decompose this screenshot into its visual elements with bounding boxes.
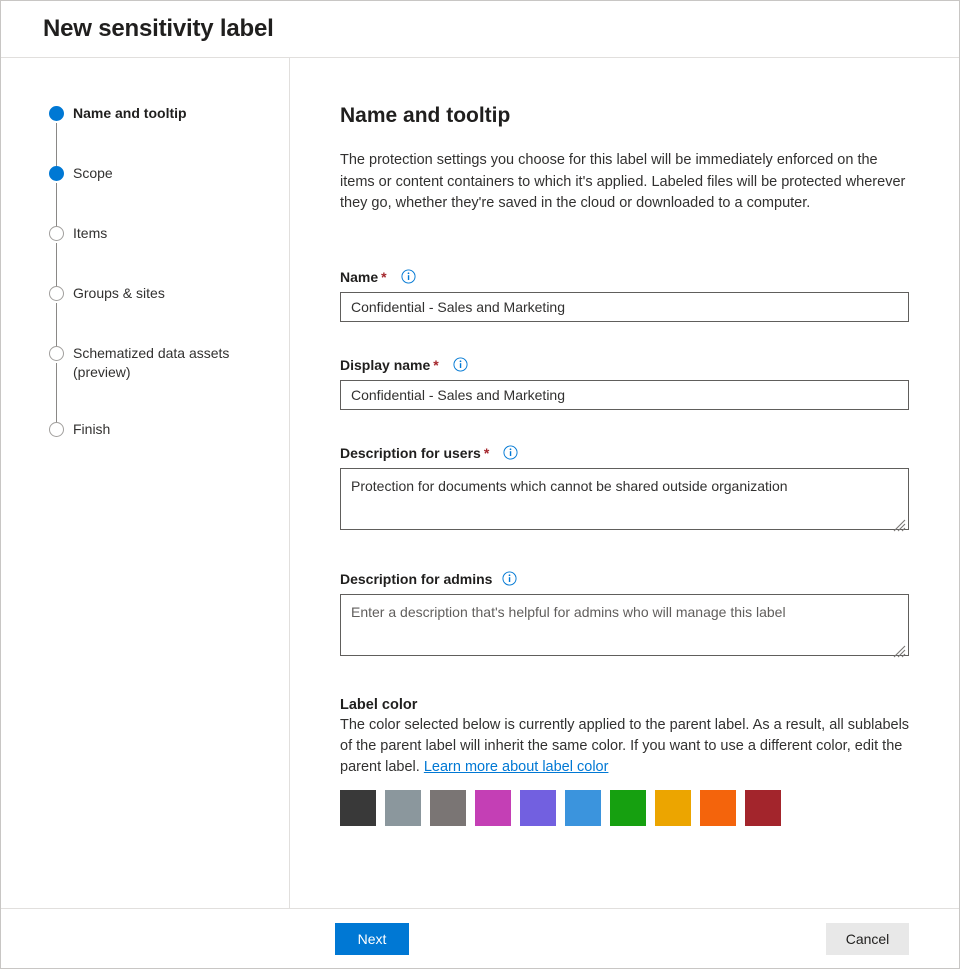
wizard-steps-list: Name and tooltip Scope Items Groups & si… [1,104,289,442]
sidebar-item-label: Name and tooltip [73,105,187,121]
step-marker-hollow-icon [49,226,64,241]
field-label-row: Description for admins [340,571,929,587]
step-marker-filled-icon [49,106,64,121]
dialog-header: New sensitivity label [1,1,959,58]
sidebar-item-label: Groups & sites [73,285,165,301]
step-connector-line [56,303,57,348]
dialog-body: Name and tooltip Scope Items Groups & si… [1,58,959,908]
wizard-steps-pane: Name and tooltip Scope Items Groups & si… [1,58,290,908]
color-swatch-magenta[interactable] [475,789,511,826]
sidebar-item-label: Schematized data assets (preview) [73,345,230,380]
label-color-heading: Label color [340,696,418,713]
next-button[interactable]: Next [335,923,409,955]
color-swatch-charcoal[interactable] [340,789,376,826]
required-indicator: * [483,444,490,461]
new-sensitivity-label-dialog: New sensitivity label Name and tooltip S… [0,0,960,969]
page-title: New sensitivity label [43,15,274,42]
sidebar-item-label: Items [73,225,108,241]
label-color-swatch-row [340,789,929,826]
step-connector-line [56,183,57,228]
step-marker-hollow-icon [49,286,64,301]
color-swatch-blue[interactable] [565,789,601,826]
display-name-input[interactable] [340,379,909,410]
info-icon[interactable] [503,445,518,460]
color-swatch-amber[interactable] [655,789,691,826]
learn-more-link[interactable]: Learn more about label color [424,759,609,775]
field-label-row: Display name * [340,357,929,373]
sidebar-item-schematized-data-assets[interactable]: Schematized data assets (preview) [49,344,289,424]
sidebar-item-finish[interactable]: Finish [49,420,289,442]
step-marker-hollow-icon [49,422,64,437]
sidebar-item-label: Finish [73,421,111,437]
info-icon[interactable] [401,269,416,284]
sidebar-item-label: Scope [73,165,113,181]
field-label-row: Name * [340,269,929,285]
info-icon[interactable] [453,357,468,372]
step-connector-line [56,123,57,168]
sidebar-item-groups-and-sites[interactable]: Groups & sites [49,284,289,348]
required-indicator: * [433,356,439,373]
step-marker-hollow-icon [49,346,64,361]
description-for-admins-textarea[interactable] [340,593,909,656]
step-marker-filled-icon [49,166,64,181]
section-description: The protection settings you choose for t… [340,152,906,211]
color-swatch-green[interactable] [610,789,646,826]
main-content-pane: Name and tooltip The protection settings… [290,58,959,908]
dialog-footer: Next Cancel [1,908,959,968]
name-input[interactable] [340,291,909,322]
label-color-section: Label color The color selected below is … [340,695,929,826]
field-label-text: Name [340,268,379,285]
step-connector-line [56,243,57,288]
description-for-users-textarea[interactable] [340,467,909,530]
color-swatch-orange[interactable] [700,789,736,826]
sidebar-item-name-and-tooltip[interactable]: Name and tooltip [49,104,289,168]
sidebar-item-scope[interactable]: Scope [49,164,289,228]
required-indicator: * [381,268,387,285]
color-swatch-gray[interactable] [430,789,466,826]
textarea-wrapper [340,593,909,661]
field-label-text: Description for users [340,444,481,461]
color-swatch-purple[interactable] [520,789,556,826]
info-icon[interactable] [502,571,517,586]
field-display-name: Display name * [340,357,929,410]
field-name: Name * [340,269,929,322]
field-description-for-users: Description for users * [340,445,929,535]
field-label-text: Display name [340,356,431,373]
textarea-wrapper [340,467,909,535]
color-swatch-blue-gray[interactable] [385,789,421,826]
sidebar-item-items[interactable]: Items [49,224,289,288]
section-heading: Name and tooltip [340,104,511,127]
field-label-row: Description for users * [340,445,929,461]
field-description-for-admins: Description for admins [340,571,929,661]
cancel-button[interactable]: Cancel [826,923,909,955]
step-connector-line [56,363,57,424]
field-label-text: Description for admins [340,570,493,587]
color-swatch-dark-red[interactable] [745,789,781,826]
label-color-description: The color selected below is currently ap… [340,715,912,778]
